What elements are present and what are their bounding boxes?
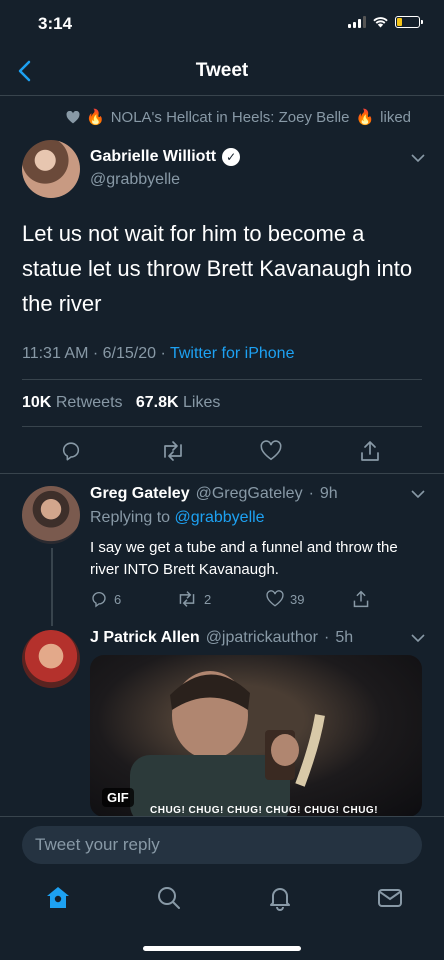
author-name-row[interactable]: Gabrielle Williott ✓ [90,148,241,166]
replying-to-handle-link[interactable]: @grabbyelle [175,509,265,526]
replying-to-label: Replying to [90,509,171,526]
wifi-icon [373,17,388,28]
retweet-action[interactable]: 2 [176,590,211,608]
tweet-meta: 11:31 AM · 6/15/20 · Twitter for iPhone [22,345,295,362]
tweet-text: Let us not wait for him to become a stat… [22,221,413,316]
reply-author-name[interactable]: Greg Gateley [90,485,190,503]
chevron-down-icon[interactable] [410,633,426,643]
author-name: Gabrielle Williott [90,148,217,165]
retweets-stat[interactable]: 10K Retweets [22,394,123,411]
tweet-stats: 10K Retweets 67.8K Likes [22,394,220,412]
divider [0,816,444,817]
reply-count: 6 [114,591,122,607]
tweet-time: 11:31 AM [22,345,89,362]
share-icon[interactable] [352,589,370,609]
status-time: 3:14 [38,14,73,33]
page-title: Tweet [195,60,249,81]
gif-caption: CHUG! CHUG! CHUG! CHUG! CHUG! CHUG! [150,805,379,816]
battery-icon [395,16,423,28]
chevron-down-icon[interactable] [410,489,426,499]
author-avatar[interactable] [22,140,80,198]
home-indicator[interactable] [143,946,301,951]
heart-icon [66,110,80,123]
retweets-label: Retweets [55,394,123,411]
chevron-down-icon[interactable] [410,153,426,163]
home-icon[interactable] [44,884,72,912]
thread-line [51,548,53,626]
reply-icon [92,591,106,608]
messages-icon[interactable] [376,884,404,912]
like-action[interactable]: 39 [266,590,304,608]
reply-text: I say we get a tube and a funnel and thr… [90,539,398,578]
like-count: 39 [290,591,305,607]
reply-author-name[interactable]: J Patrick Allen [90,629,200,647]
reply-input[interactable] [22,826,422,864]
author-handle[interactable]: @grabbyelle [90,171,180,189]
search-icon[interactable] [155,884,183,912]
reply-action[interactable]: 6 [90,590,121,608]
like-icon [266,590,284,607]
reply-age: 9h [319,485,338,502]
divider [0,95,444,96]
retweet-icon [179,591,195,607]
divider [0,473,444,474]
share-icon[interactable] [359,439,381,463]
reply-icon[interactable] [60,440,82,462]
divider [22,426,422,427]
gif-frame-illustration [130,671,325,817]
reply-author-avatar[interactable] [22,630,80,688]
social-context[interactable]: 🔥 NOLA's Hellcat in Heels: Zoey Belle 🔥 … [66,108,411,126]
retweet-count: 2 [204,591,212,607]
verified-badge-icon: ✓ [222,148,241,166]
like-icon[interactable] [260,440,282,462]
divider [22,379,422,380]
liked-by-name: NOLA's Hellcat in Heels: Zoey Belle [110,108,350,126]
tweet-source-link[interactable]: Twitter for iPhone [170,345,295,362]
reply-author-handle[interactable]: @jpatrickauthor [206,629,318,647]
replying-to-line: Replying to @grabbyelle [90,509,265,527]
retweets-count: 10K [22,394,52,411]
tweet-date: 6/15/20 [102,345,157,362]
gif-media[interactable]: GIF CHUG! CHUG! CHUG! CHUG! CHUG! CHUG! [90,655,422,817]
reply-author-avatar[interactable] [22,486,80,544]
gif-badge: GIF [102,788,134,807]
retweet-icon[interactable] [160,440,186,462]
likes-count: 67.8K [135,394,179,411]
fire-emoji-icon: 🔥 [355,109,375,126]
liked-by-action: liked [380,108,412,126]
reply-age: 5h [335,629,354,646]
notifications-icon[interactable] [266,884,294,912]
likes-stat[interactable]: 67.8K Likes [136,394,221,411]
fire-emoji-icon: 🔥 [86,109,105,126]
tab-bar [0,878,444,918]
likes-label: Likes [183,394,221,411]
signal-icon [348,16,366,28]
reply-author-handle[interactable]: @GregGateley [196,485,303,503]
